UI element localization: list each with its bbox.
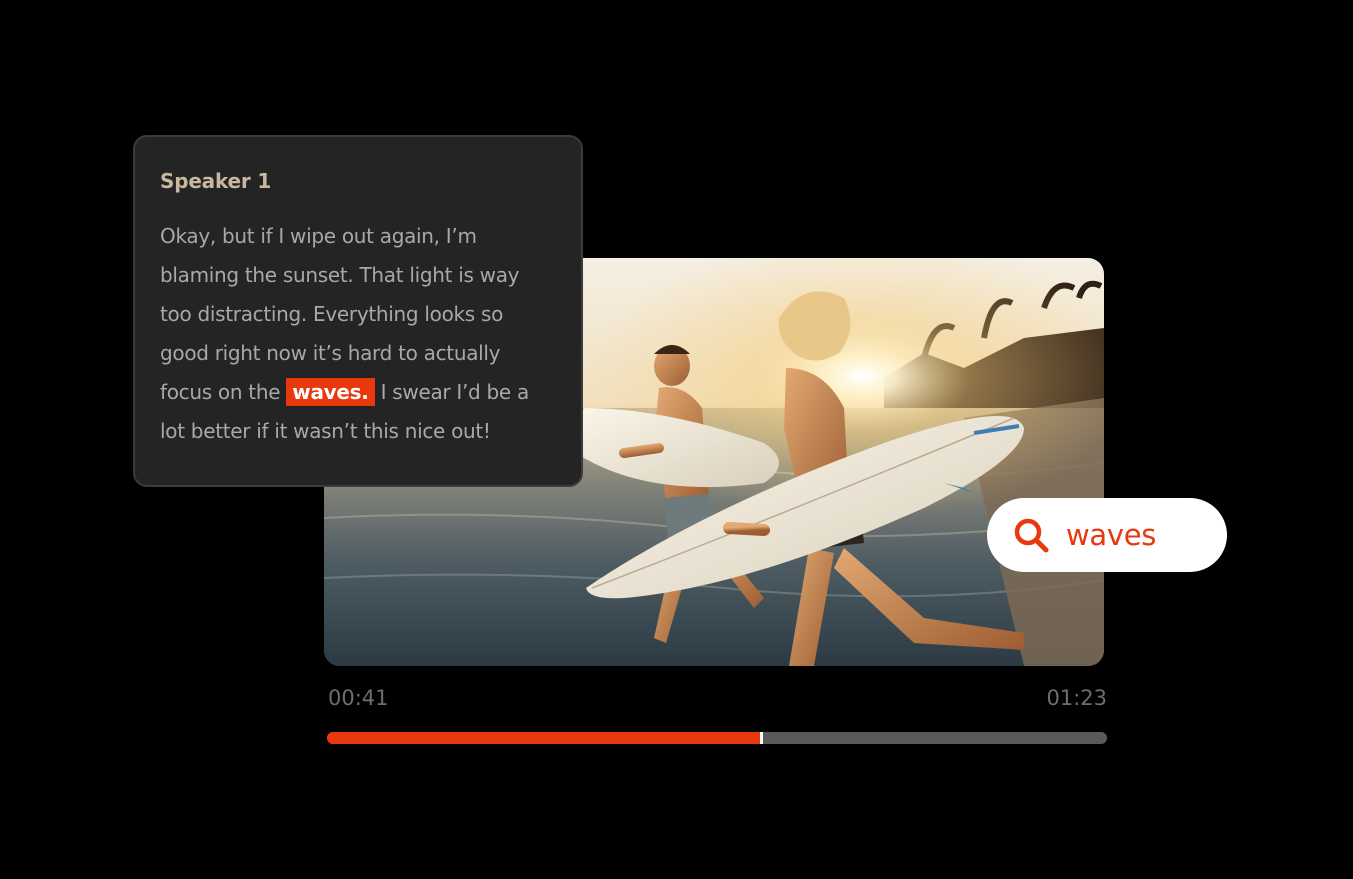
transcript-text-before: Okay, but if I wipe out again, I’m blami… — [160, 224, 520, 404]
search-query[interactable]: waves — [1066, 518, 1156, 552]
progress-bar[interactable] — [327, 732, 1107, 744]
transcript-card: Speaker 1 Okay, but if I wipe out again,… — [133, 135, 583, 487]
progress-fill — [327, 732, 761, 744]
transcript-text: Okay, but if I wipe out again, I’m blami… — [160, 217, 555, 451]
current-time: 00:41 — [328, 686, 389, 710]
stage: Speaker 1 Okay, but if I wipe out again,… — [0, 0, 1353, 879]
total-time: 01:23 — [1046, 686, 1107, 710]
search-pill[interactable]: waves — [987, 498, 1227, 572]
playhead-handle[interactable] — [759, 732, 763, 744]
search-icon — [1014, 518, 1049, 553]
speaker-label: Speaker 1 — [160, 169, 272, 193]
search-match-highlight[interactable]: waves. — [286, 378, 375, 406]
